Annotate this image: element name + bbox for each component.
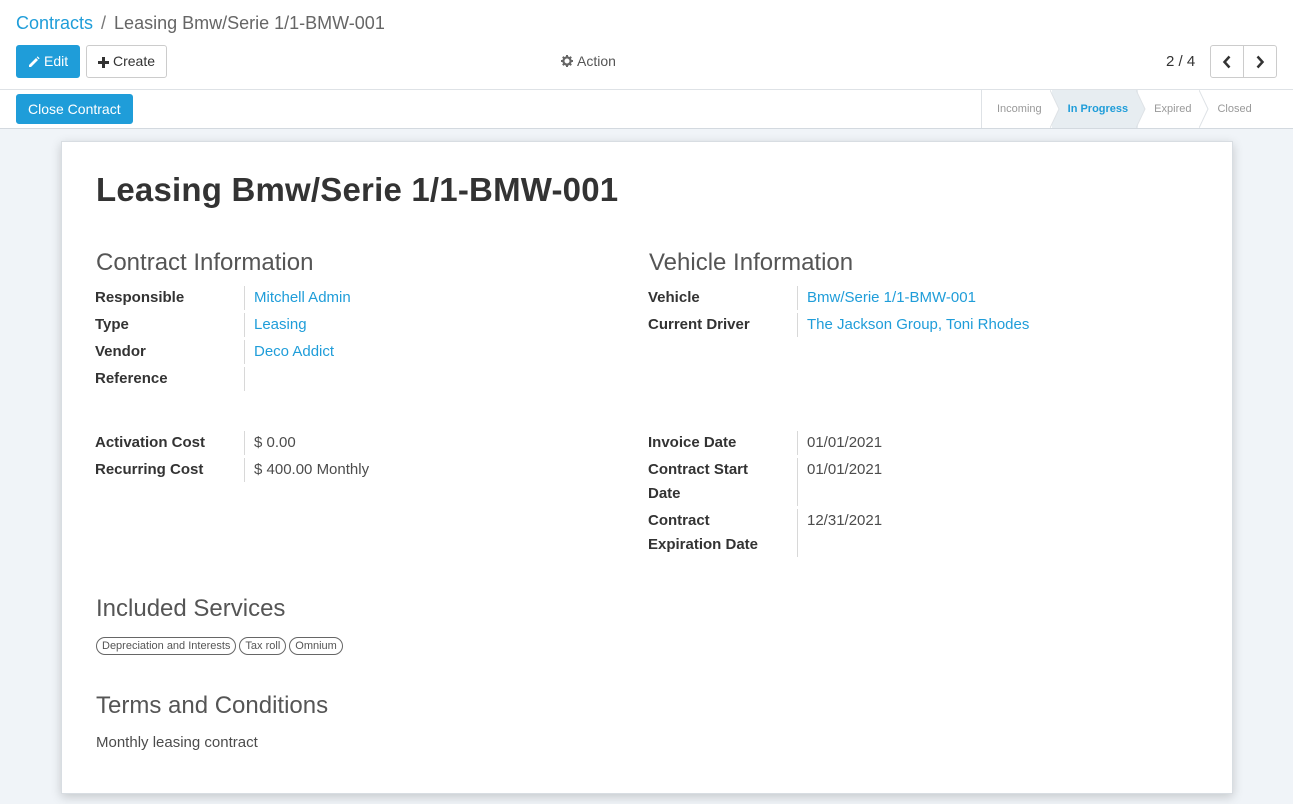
breadcrumb-separator: /: [101, 13, 107, 33]
chevron-left-icon: [1222, 55, 1231, 68]
stage-closed[interactable]: Closed: [1201, 90, 1261, 128]
contract-start-date-label: Contract Start Date: [648, 458, 798, 506]
stage-expired[interactable]: Expired: [1138, 90, 1210, 128]
vehicle-information-title: Vehicle Information: [649, 249, 854, 276]
chevron-right-icon: [1256, 55, 1265, 68]
vehicle-value[interactable]: Bmw/Serie 1/1-BMW-001: [798, 286, 976, 310]
action-menu-label: Action: [577, 53, 616, 69]
reference-value: [245, 367, 254, 391]
vehicle-info-group: Vehicle Bmw/Serie 1/1-BMW-001 Current Dr…: [648, 286, 1029, 340]
control-panel: Contracts / Leasing Bmw/Serie 1/1-BMW-001 …: [0, 0, 1293, 90]
contract-expiration-date-label: Contract Expiration Date: [648, 509, 798, 557]
stage-closed-label: Closed: [1217, 103, 1252, 115]
breadcrumb-current: Leasing Bmw/Serie 1/1-BMW-001: [114, 13, 385, 33]
responsible-label: Responsible: [95, 286, 245, 310]
field-invoice-date: Invoice Date 01/01/2021: [648, 431, 882, 455]
reference-label: Reference: [95, 367, 245, 391]
create-button[interactable]: Create: [86, 45, 168, 78]
terms-and-conditions-title: Terms and Conditions: [96, 692, 329, 719]
record-title: Leasing Bmw/Serie 1/1-BMW-001: [96, 171, 619, 208]
activation-cost-value: $ 0.00: [254, 434, 296, 451]
pager-value[interactable]: 2 / 4: [1166, 51, 1195, 73]
field-vehicle: Vehicle Bmw/Serie 1/1-BMW-001: [648, 286, 1029, 310]
activation-cost-label: Activation Cost: [95, 431, 245, 455]
edit-button[interactable]: Edit: [16, 45, 81, 78]
stage-in-progress[interactable]: In Progress: [1051, 90, 1146, 128]
vehicle-label: Vehicle: [648, 286, 798, 310]
stage-expired-label: Expired: [1154, 103, 1192, 115]
field-current-driver: Current Driver The Jackson Group, Toni R…: [648, 313, 1029, 337]
recurring-cost-amount: $ 400.00: [254, 461, 313, 478]
close-contract-button[interactable]: Close Contract: [16, 94, 133, 124]
stage-in-progress-label: In Progress: [1067, 103, 1129, 115]
contract-expiration-date-label-line1: Contract: [648, 512, 710, 529]
current-driver-value[interactable]: The Jackson Group, Toni Rhodes: [798, 313, 1029, 337]
field-responsible: Responsible Mitchell Admin: [95, 286, 351, 310]
stage-divider: [1199, 90, 1210, 128]
stage-incoming-label: Incoming: [997, 103, 1042, 115]
service-tag[interactable]: Tax roll: [239, 637, 287, 655]
current-driver-label: Current Driver: [648, 313, 798, 337]
stage-divider: [1136, 90, 1146, 128]
contract-expiration-date-value: 12/31/2021: [807, 512, 883, 529]
dates-group: Invoice Date 01/01/2021 Contract Start D…: [648, 431, 882, 560]
form-statusbar: Close Contract Incoming In Progress Expi…: [0, 90, 1293, 129]
breadcrumb-contracts-link[interactable]: Contracts: [16, 13, 93, 33]
terms-and-conditions-text: Monthly leasing contract: [96, 734, 258, 751]
contract-start-date-label-line2: Date: [648, 485, 681, 502]
create-button-label: Create: [113, 53, 156, 69]
form-sheet: Leasing Bmw/Serie 1/1-BMW-001 Contract I…: [61, 141, 1233, 794]
breadcrumb: Contracts / Leasing Bmw/Serie 1/1-BMW-001: [16, 11, 385, 35]
services-tags: Depreciation and Interests Tax roll Omni…: [96, 637, 343, 655]
cost-group: Activation Cost $ 0.00 Recurring Cost $ …: [95, 431, 369, 485]
contract-expiration-date-label-line2: Expiration Date: [648, 536, 759, 553]
contract-start-date-label-line1: Contract Start: [648, 461, 749, 478]
vendor-value[interactable]: Deco Addict: [245, 340, 334, 364]
field-contract-expiration-date: Contract Expiration Date 12/31/2021: [648, 509, 882, 557]
vendor-label: Vendor: [95, 340, 245, 364]
pager-previous-button[interactable]: [1210, 45, 1244, 78]
field-activation-cost: Activation Cost $ 0.00: [95, 431, 369, 455]
field-vendor: Vendor Deco Addict: [95, 340, 351, 364]
contract-information-title: Contract Information: [96, 249, 314, 276]
status-stages: Incoming In Progress Expired Closed: [981, 90, 1262, 128]
plus-icon: [98, 57, 109, 68]
pencil-icon: [29, 56, 40, 67]
recurring-cost-frequency: Monthly: [316, 461, 370, 478]
invoice-date-label: Invoice Date: [648, 431, 798, 455]
action-menu-toggle[interactable]: Action: [561, 50, 616, 72]
stage-divider: [1049, 90, 1060, 128]
recurring-cost-label: Recurring Cost: [95, 458, 245, 482]
responsible-value[interactable]: Mitchell Admin: [245, 286, 351, 310]
recurring-cost-value: $ 400.00 Monthly: [245, 458, 369, 482]
service-tag[interactable]: Depreciation and Interests: [96, 637, 237, 655]
field-contract-start-date: Contract Start Date 01/01/2021: [648, 458, 882, 506]
gear-icon: [561, 55, 573, 67]
field-reference: Reference: [95, 367, 351, 391]
included-services-title: Included Services: [96, 595, 286, 622]
field-recurring-cost: Recurring Cost $ 400.00 Monthly: [95, 458, 369, 482]
edit-button-label: Edit: [44, 53, 69, 69]
type-value[interactable]: Leasing: [245, 313, 307, 337]
field-type: Type Leasing: [95, 313, 351, 337]
pager-next-button[interactable]: [1243, 45, 1277, 78]
service-tag[interactable]: Omnium: [289, 637, 343, 655]
type-label: Type: [95, 313, 245, 337]
contract-info-group: Responsible Mitchell Admin Type Leasing …: [95, 286, 351, 394]
contract-start-date-value: 01/01/2021: [807, 461, 883, 478]
stage-incoming[interactable]: Incoming: [982, 90, 1060, 128]
invoice-date-value: 01/01/2021: [807, 434, 883, 451]
